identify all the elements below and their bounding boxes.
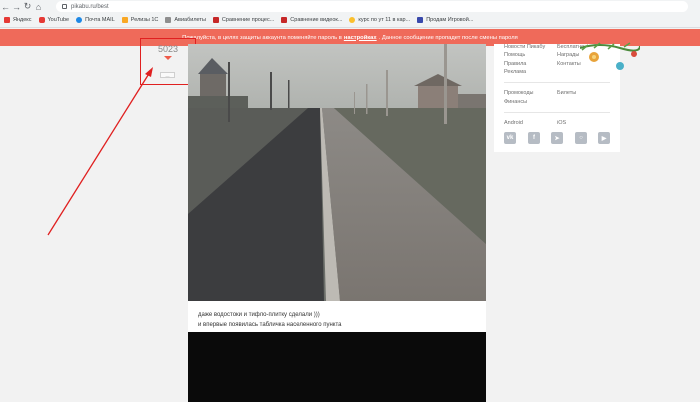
telegram-icon[interactable]: ➤ <box>551 132 563 144</box>
link-ads[interactable]: Реклама <box>504 69 526 75</box>
link-promocodes[interactable]: Промокоды <box>504 90 533 96</box>
link-awards[interactable]: Награды <box>557 52 579 58</box>
ios-app-link[interactable]: iOS <box>557 120 566 126</box>
link-news[interactable]: Новости Пикабу <box>504 44 545 50</box>
divider <box>504 112 610 113</box>
divider <box>504 82 610 83</box>
instagram-icon[interactable]: ○ <box>575 132 587 144</box>
link-finance[interactable]: Финансы <box>504 99 527 105</box>
story-second-photo[interactable] <box>188 332 486 402</box>
story-card: даже водостоки и тифло-плитку сделали ))… <box>188 44 486 402</box>
facebook-icon[interactable]: f <box>528 132 540 144</box>
christmas-decoration-icon <box>580 42 640 70</box>
story-photo[interactable] <box>188 44 486 301</box>
story-caption: даже водостоки и тифло-плитку сделали ))… <box>198 312 342 328</box>
vk-icon[interactable]: vk <box>504 132 516 144</box>
link-contacts[interactable]: Контакты <box>557 61 581 67</box>
link-help[interactable]: Помощь <box>504 52 525 58</box>
link-rules[interactable]: Правила <box>504 61 526 67</box>
youtube-icon[interactable]: ▶ <box>598 132 610 144</box>
link-tickets[interactable]: Билеты <box>557 90 576 96</box>
android-app-link[interactable]: Android <box>504 120 523 126</box>
